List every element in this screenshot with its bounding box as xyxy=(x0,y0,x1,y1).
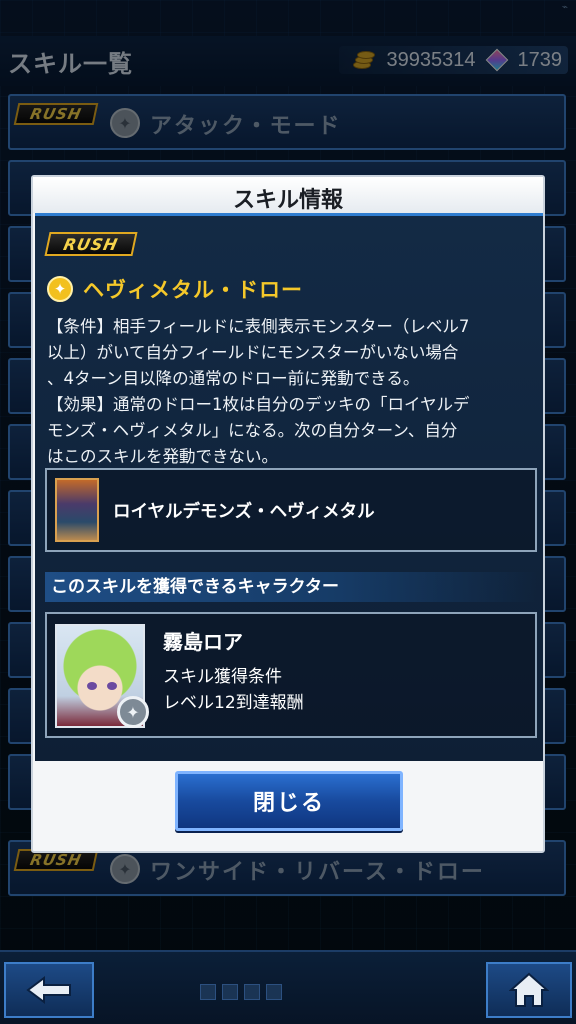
close-button[interactable]: 閉じる xyxy=(175,771,403,831)
dialog-body: RUSH ✦ ヘヴィメタル・ドロー 【条件】相手フィールドに表側表示モンスター（… xyxy=(35,213,543,761)
dialog-header: スキル情報 xyxy=(33,177,543,213)
rush-badge: RUSH xyxy=(44,232,138,256)
skill-name: ヘヴィメタル・ドロー xyxy=(83,278,303,302)
home-icon xyxy=(509,972,549,1007)
back-arrow-icon xyxy=(26,976,71,1004)
star-skill-icon: ✦ xyxy=(47,276,73,302)
skill-info-dialog: スキル情報 RUSH ✦ ヘヴィメタル・ドロー 【条件】相手フィールドに表側表示… xyxy=(31,175,545,853)
skill-description: 【条件】相手フィールドに表側表示モンスター（レベル7 以上）がいて自分フィールド… xyxy=(47,317,470,466)
back-button[interactable] xyxy=(4,962,94,1018)
card-name: ロイヤルデモンズ・ヘヴィメタル xyxy=(113,502,375,522)
card-thumbnail xyxy=(55,478,99,542)
related-card[interactable]: ロイヤルデモンズ・ヘヴィメタル xyxy=(45,468,537,552)
bottom-nav xyxy=(0,950,576,1024)
character-name: 霧島ロア xyxy=(163,630,243,654)
skill-type-badge-icon: ✦ xyxy=(117,696,149,728)
home-button[interactable] xyxy=(486,962,572,1018)
character-section-label: このスキルを獲得できるキャラクター xyxy=(45,572,537,602)
page-indicator xyxy=(200,984,282,1000)
acquisition-condition-value: レベル12到達報酬 xyxy=(163,693,304,713)
character-entry[interactable]: ✦ 霧島ロア スキル獲得条件 レベル12到達報酬 xyxy=(45,612,537,738)
acquisition-condition-label: スキル獲得条件 xyxy=(163,667,282,687)
dialog-title: スキル情報 xyxy=(232,188,343,213)
